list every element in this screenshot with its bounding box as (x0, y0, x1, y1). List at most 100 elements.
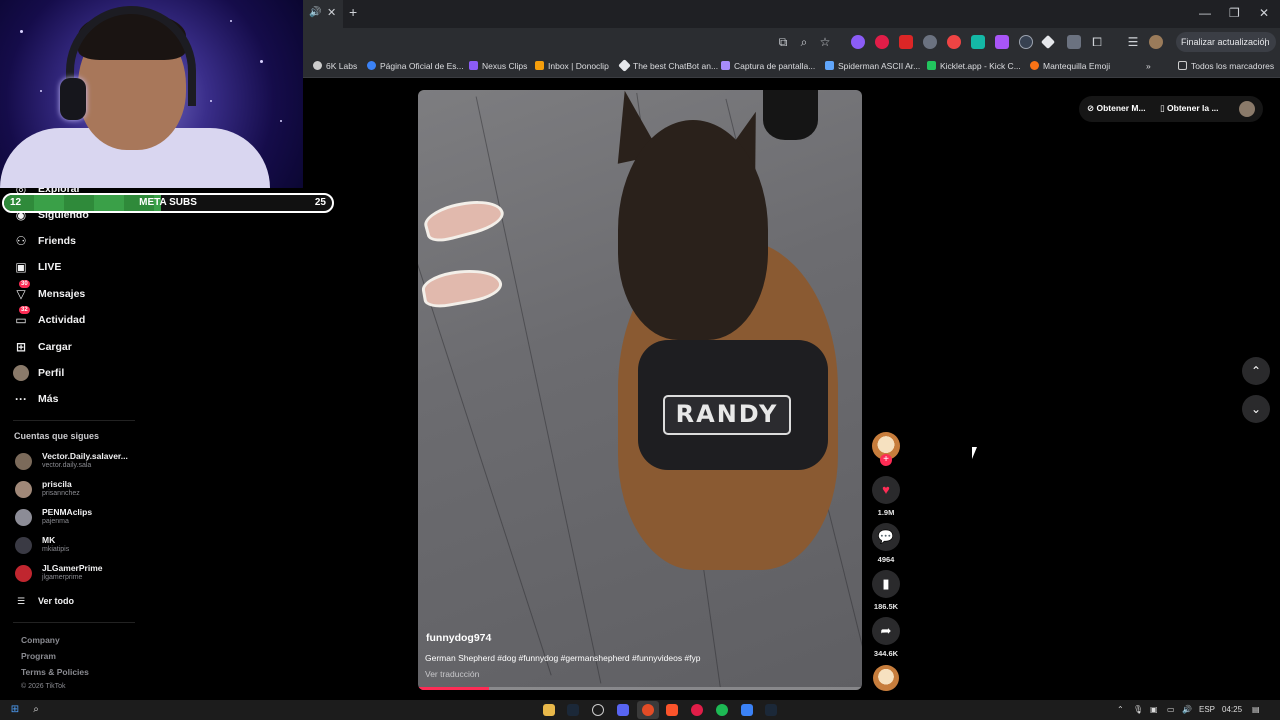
zoom-icon[interactable]: ⌕ (796, 34, 812, 50)
sidebar-item-friends[interactable]: ⚇ Friends (13, 230, 76, 252)
bookmark-item[interactable]: The best ChatBot an... (618, 59, 718, 72)
discord-icon[interactable] (617, 704, 629, 716)
like-button[interactable]: ♥ 1.9M (872, 476, 900, 517)
harness-name-patch: RANDY (663, 395, 791, 435)
extension-icon[interactable] (1067, 35, 1081, 49)
media-app-icon[interactable] (691, 704, 703, 716)
tray-app-icon[interactable]: ▣ (1150, 705, 1158, 714)
donoclip-icon (535, 61, 544, 70)
language-indicator[interactable]: ESP (1199, 705, 1215, 714)
extension-icon[interactable] (875, 35, 889, 49)
speaker-icon[interactable]: 🔊 (309, 7, 321, 18)
share-button[interactable]: ➦ 344.6K (872, 617, 900, 658)
all-bookmarks-button[interactable]: Todos los marcadores (1178, 61, 1274, 71)
steam-icon[interactable] (765, 704, 777, 716)
video-username[interactable]: funnydog974 (426, 632, 491, 644)
file-explorer-icon[interactable] (543, 704, 555, 716)
new-tab-button[interactable]: + (349, 4, 357, 20)
microphone-icon[interactable]: 🎙 (1133, 705, 1143, 714)
video-player[interactable]: RANDY funnydog974 German Shepherd #dog #… (418, 90, 862, 690)
notifications-icon[interactable]: ▤ (1252, 705, 1260, 714)
restore-icon[interactable]: ❐ (1229, 6, 1240, 20)
network-icon[interactable]: ▭ (1167, 705, 1175, 714)
previous-video-button[interactable]: ⌃ (1242, 357, 1270, 385)
meta-subs-current: 12 (10, 197, 22, 208)
site-icon (367, 61, 376, 70)
adblock-icon[interactable] (899, 35, 913, 49)
avatar (15, 537, 32, 554)
avatar (15, 481, 32, 498)
star (40, 90, 42, 92)
user-avatar[interactable] (1239, 101, 1255, 117)
windows-start-icon[interactable]: ⊞ (9, 704, 21, 716)
puzzle-icon[interactable]: ⧠ (1089, 34, 1105, 50)
bookmark-item[interactable]: Página Oficial de Es... (367, 61, 464, 71)
follow-plus-icon[interactable]: + (880, 454, 892, 466)
reading-list-icon[interactable]: ☰ (1125, 34, 1141, 50)
browser-tab[interactable]: 🔊 ✕ (303, 0, 343, 28)
footer-program-link[interactable]: Program (21, 651, 56, 661)
followed-account[interactable]: MK mkiatipis (15, 535, 140, 559)
sidebar-item-actividad[interactable]: ▭ 32 Actividad (13, 306, 85, 331)
extension-icon[interactable] (851, 35, 865, 49)
get-desktop-button[interactable]: ▯ Obtener la ... (1160, 103, 1219, 114)
device-icon: ▯ (1160, 103, 1168, 113)
bookmark-item[interactable]: Kicklet.app - Kick C... (927, 61, 1021, 71)
bookmark-item[interactable]: 6K Labs (313, 61, 357, 71)
install-app-icon[interactable]: ⧉ (775, 34, 791, 50)
comment-button[interactable]: 💬 4964 (872, 523, 900, 564)
get-app-button[interactable]: ⊘ Obtener M... (1087, 103, 1146, 114)
sidebar-item-mensajes[interactable]: ▽ 30 Mensajes (13, 280, 85, 305)
minimize-icon[interactable]: — (1199, 6, 1211, 20)
music-disc-avatar[interactable] (873, 665, 899, 691)
extension-icon[interactable] (923, 35, 937, 49)
info-icon[interactable] (1019, 35, 1033, 49)
sidebar-item-mas[interactable]: ··· Más (13, 388, 58, 410)
close-window-icon[interactable]: ✕ (1259, 6, 1269, 20)
spotify-icon[interactable] (716, 704, 728, 716)
more-menu-icon[interactable]: ⋮ (1261, 32, 1270, 52)
next-video-button[interactable]: ⌄ (1242, 395, 1270, 423)
bookmark-item[interactable]: Captura de pantalla... (721, 61, 815, 71)
chrome-icon[interactable] (642, 704, 654, 716)
video-progress-bar[interactable] (418, 687, 862, 690)
followed-account[interactable]: Vector.Daily.salaver... vector.daily.sala (15, 451, 140, 475)
extension-icon[interactable] (971, 35, 985, 49)
divider (13, 420, 135, 421)
footer-terms-link[interactable]: Terms & Policies (21, 667, 89, 677)
volume-icon[interactable]: 🔊 (1182, 705, 1192, 714)
video-progress-fill (418, 687, 490, 690)
clock[interactable]: 04:25 (1222, 705, 1242, 714)
see-all-button[interactable]: ☰ Ver todo (13, 590, 74, 612)
bookmark-item[interactable]: Mantequilla Emoji (1030, 61, 1110, 71)
tray-overflow-icon[interactable]: ⌃ (1117, 705, 1124, 714)
bookmark-item[interactable]: Inbox | Donoclip (535, 61, 609, 71)
translate-link[interactable]: Ver traducción (425, 669, 479, 679)
sidebar-item-perfil[interactable]: Perfil (13, 362, 64, 384)
steam-icon[interactable] (567, 704, 579, 716)
followed-account[interactable]: JLGamerPrime jlgamerprime (15, 563, 140, 587)
bookmark-item[interactable]: Nexus Clips (469, 61, 527, 71)
close-tab-icon[interactable]: ✕ (327, 6, 336, 19)
footer-company-link[interactable]: Company (21, 635, 60, 645)
bookmark-star-icon[interactable]: ☆ (817, 34, 833, 50)
profile-avatar-icon[interactable] (1149, 35, 1163, 49)
brave-icon[interactable] (666, 704, 678, 716)
followed-account[interactable]: priscila prisannchez (15, 479, 140, 503)
chevron-up-icon: ⌃ (1250, 364, 1262, 378)
more-icon: ··· (15, 392, 27, 406)
bookmark-item[interactable]: Spiderman ASCII Ar... (825, 61, 920, 71)
sidebar-item-cargar[interactable]: ⊞ Cargar (13, 336, 72, 358)
extension-icon[interactable] (947, 35, 961, 49)
app-icon[interactable] (741, 704, 753, 716)
bookmarks-overflow-button[interactable]: » (1146, 61, 1151, 71)
extension-icon[interactable] (1040, 34, 1056, 50)
search-icon[interactable]: ⌕ (30, 704, 42, 716)
finalize-update-button[interactable]: Finalizar actualización ⋮ (1176, 32, 1276, 52)
sidebar-item-live[interactable]: ▣ LIVE (13, 256, 61, 278)
save-button[interactable]: ▮ 186.5K (872, 570, 900, 611)
extension-icon[interactable] (995, 35, 1009, 49)
browser-toolbar: ⧉ ⌕ ☆ ⧠ ☰ Finalizar actualización ⋮ (303, 28, 1280, 56)
followed-account[interactable]: PENMAclips pajenma (15, 507, 140, 531)
clock-app-icon[interactable] (592, 704, 604, 716)
